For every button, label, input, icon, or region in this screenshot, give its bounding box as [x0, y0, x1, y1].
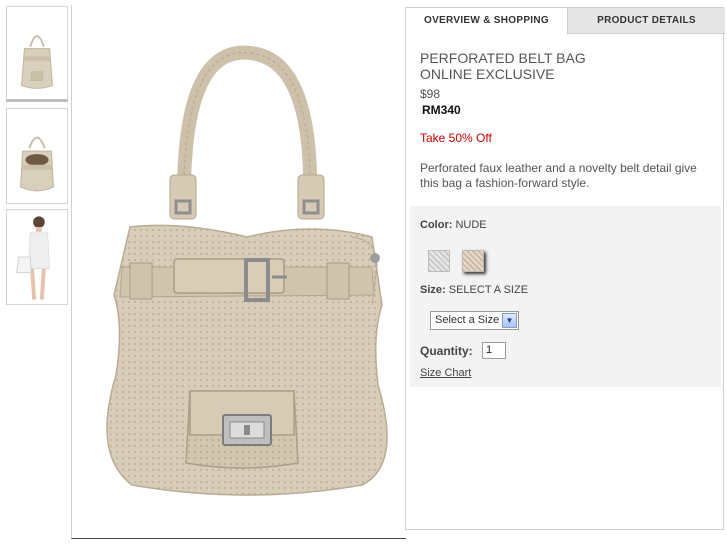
thumbnail-bag-front[interactable]	[6, 6, 68, 102]
color-label-row: Color: NUDE	[420, 219, 487, 231]
size-select-value: Select a Size	[435, 314, 500, 326]
size-chart-link[interactable]: Size Chart	[420, 367, 471, 379]
color-label: Color:	[420, 219, 453, 231]
sale-text: Take 50% Off	[420, 131, 492, 145]
swatch-grey[interactable]	[428, 250, 450, 272]
product-description: Perforated faux leather and a novelty be…	[420, 161, 697, 190]
color-value: NUDE	[455, 219, 487, 231]
tab-overview-shopping[interactable]: OVERVIEW & SHOPPING	[406, 8, 568, 34]
swatch-nude[interactable]	[462, 250, 484, 272]
size-select[interactable]: Select a Size ▼	[430, 311, 519, 330]
product-price: $98	[420, 87, 441, 101]
bag-front-thumbnail-image	[21, 35, 53, 89]
model-carrying-bag-thumbnail-image	[16, 216, 50, 300]
quantity-input[interactable]: 1	[482, 342, 506, 359]
bag-open-thumbnail-image	[20, 136, 54, 192]
main-product-image	[71, 5, 406, 539]
product-info-panel: OVERVIEW & SHOPPING PRODUCT DETAILS PERF…	[405, 7, 725, 530]
product-price-rm: RM340	[422, 103, 461, 117]
quantity-label-row: Quantity:	[420, 344, 473, 358]
size-value: SELECT A SIZE	[448, 284, 529, 296]
chevron-down-icon[interactable]: ▼	[502, 313, 517, 328]
perforated-belt-bag-image	[106, 45, 388, 496]
thumbnail-bag-open[interactable]	[6, 108, 68, 204]
quantity-label: Quantity:	[420, 344, 473, 358]
thumbnail-model[interactable]	[6, 209, 68, 305]
tab-bar: OVERVIEW & SHOPPING PRODUCT DETAILS	[406, 8, 725, 34]
size-label-row: Size: SELECT A SIZE	[420, 284, 528, 296]
tab-product-details[interactable]: PRODUCT DETAILS	[568, 8, 725, 34]
purchase-options: Color: NUDE Size: SELECT A SIZE Select a…	[410, 206, 721, 387]
product-title-line2: ONLINE EXCLUSIVE	[420, 66, 555, 82]
size-label: Size:	[420, 284, 446, 296]
product-title: PERFORATED BELT BAG ONLINE EXCLUSIVE	[420, 50, 586, 82]
product-title-line1: PERFORATED BELT BAG	[420, 50, 586, 66]
